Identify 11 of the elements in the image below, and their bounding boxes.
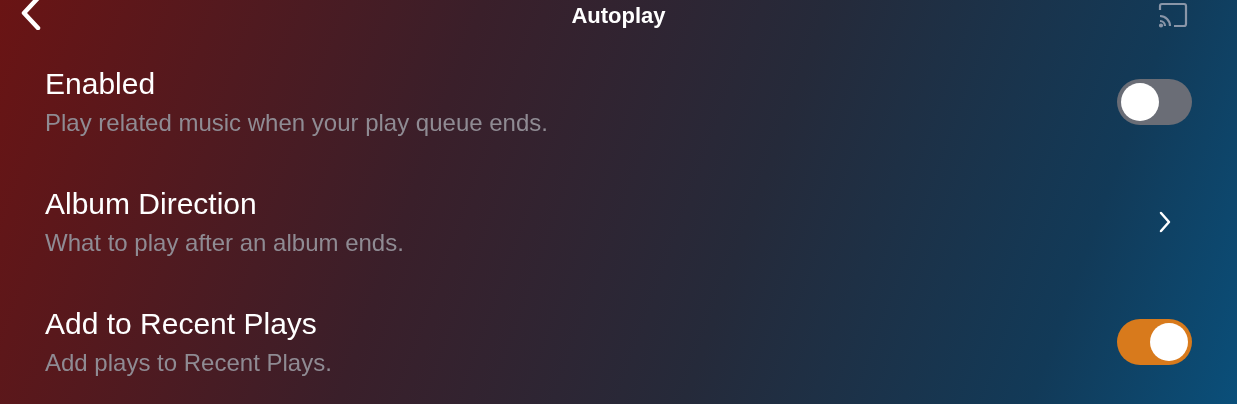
chevron-right-icon[interactable]: [1158, 211, 1172, 233]
setting-description: Add plays to Recent Plays.: [45, 349, 332, 377]
cast-icon[interactable]: [1157, 2, 1189, 28]
toggle-switch[interactable]: [1117, 319, 1192, 365]
page-title: Autoplay: [571, 1, 666, 30]
setting-title: Album Direction: [45, 187, 258, 221]
setting-title: Add to Recent Plays: [45, 307, 318, 341]
setting-title: Enabled: [45, 67, 157, 101]
toggle-switch[interactable]: [1117, 79, 1192, 125]
setting-description: Play related music when your play queue ends.: [45, 109, 548, 137]
setting-description: What to play after an album ends.: [45, 229, 404, 257]
